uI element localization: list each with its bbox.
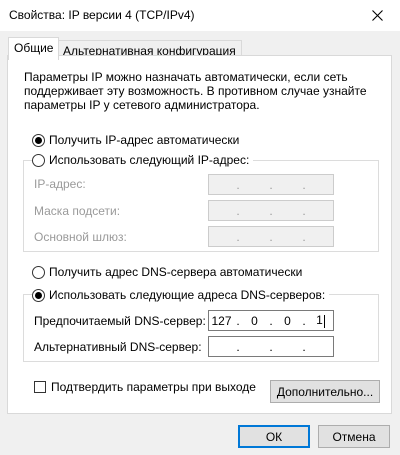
radio-label: Использовать следующие адреса DNS-сервер… — [49, 288, 326, 302]
alternate-dns-input[interactable]: . . . — [208, 336, 334, 357]
subnet-mask-label: Маска подсети: — [34, 204, 121, 218]
ip-dot: . — [302, 177, 306, 192]
button-label: ОК — [265, 429, 283, 444]
ip-dot: . — [302, 313, 306, 328]
ip-dot: . — [269, 203, 273, 218]
title-bar: Свойства: IP версии 4 (TCP/IPv4) — [0, 0, 400, 31]
checkbox-label: Подтвердить параметры при выходе — [51, 380, 256, 394]
description-line: поддерживает эту возможность. В противно… — [24, 84, 367, 98]
preferred-dns-label: Предпочитаемый DNS-сервер: — [34, 314, 206, 328]
ip-address-label: IP-адрес: — [34, 177, 86, 191]
window-title: Свойства: IP версии 4 (TCP/IPv4) — [9, 8, 195, 22]
ip-octet: 1 — [316, 313, 323, 328]
ip-dot: . — [269, 229, 273, 244]
advanced-button[interactable]: Дополнительно... — [270, 380, 380, 403]
radio-label: Получить адрес DNS-сервера автоматически — [49, 265, 303, 279]
ip-dot: . — [302, 229, 306, 244]
validate-checkbox[interactable]: Подтвердить параметры при выходе — [34, 380, 256, 394]
tab-label: Общие — [14, 41, 54, 55]
alternate-dns-label: Альтернативный DNS-сервер: — [34, 340, 202, 354]
close-button[interactable] — [354, 0, 400, 31]
ip-dot: . — [269, 339, 273, 354]
ip-octet: 0 — [284, 313, 291, 328]
radio-indicator — [32, 265, 45, 279]
ip-octet-last: 1 — [308, 313, 333, 328]
radio-label: Использовать следующий IP-адрес: — [49, 153, 250, 167]
ip-address-input[interactable]: . . . — [208, 174, 334, 195]
ip-dot: . — [302, 339, 306, 354]
description-text: Параметры IP можно назначать автоматичес… — [24, 70, 367, 112]
subnet-mask-input[interactable]: . . . — [208, 200, 334, 221]
radio-indicator — [32, 133, 45, 147]
radio-ip-auto[interactable]: Получить IP-адрес автоматически — [32, 133, 239, 147]
description-line: Параметры IP можно назначать автоматичес… — [24, 70, 348, 84]
radio-dns-auto[interactable]: Получить адрес DNS-сервера автоматически — [32, 265, 302, 279]
radio-label: Получить IP-адрес автоматически — [49, 133, 240, 147]
cancel-button[interactable]: Отмена — [318, 425, 390, 448]
ip-octet: 0 — [251, 313, 258, 328]
ip-dot: . — [302, 203, 306, 218]
preferred-dns-input[interactable]: 127. 0. 0. 1 — [208, 310, 334, 331]
default-gateway-label: Основной шлюз: — [34, 230, 127, 244]
radio-ip-manual[interactable]: Использовать следующий IP-адрес: — [32, 153, 254, 167]
ip-dot: . — [269, 313, 273, 328]
ok-button[interactable]: ОК — [238, 425, 310, 448]
button-label: Отмена — [332, 429, 376, 444]
checkbox-indicator — [34, 381, 46, 393]
ip-dot: . — [236, 339, 240, 354]
default-gateway-input[interactable]: . . . — [208, 226, 334, 247]
ip-dot: . — [269, 177, 273, 192]
description-line: параметры IP у сетевого администратора. — [24, 98, 260, 112]
ip-dot: . — [236, 177, 240, 192]
radio-indicator — [32, 153, 45, 167]
radio-dns-manual[interactable]: Использовать следующие адреса DNS-сервер… — [32, 288, 330, 302]
ip-octet: 127 — [211, 313, 232, 328]
close-icon — [371, 10, 383, 21]
text-caret — [323, 314, 325, 328]
tab-general[interactable]: Общие — [8, 37, 60, 60]
ip-dot: . — [236, 313, 240, 328]
radio-indicator — [32, 288, 45, 302]
ip-dot: . — [236, 203, 240, 218]
button-label: Дополнительно... — [276, 384, 374, 399]
ip-dot: . — [236, 229, 240, 244]
